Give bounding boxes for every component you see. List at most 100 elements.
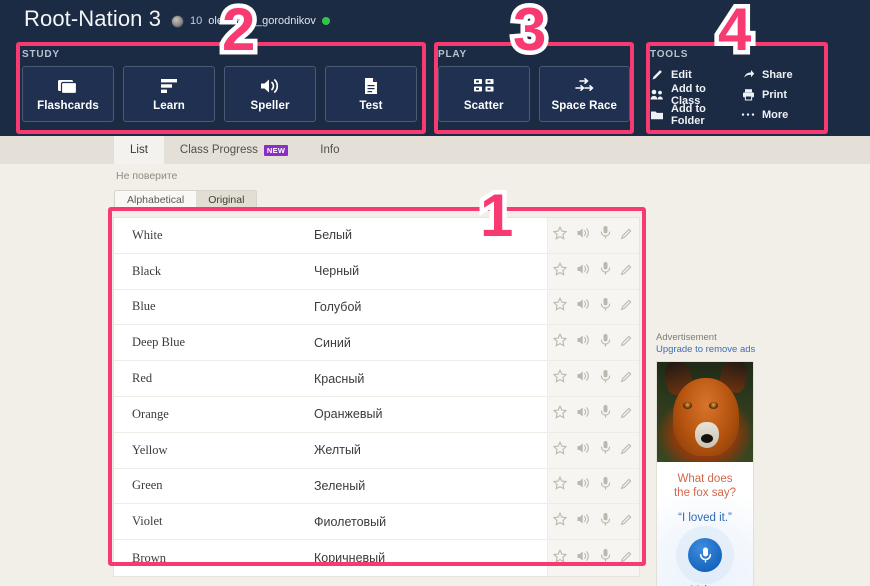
space-race-button[interactable]: Space Race <box>538 66 630 122</box>
table-row[interactable]: Blue Голубой <box>114 289 639 326</box>
term-text: Deep Blue <box>132 335 186 350</box>
row-action-group <box>547 289 639 325</box>
star-icon[interactable] <box>552 261 567 281</box>
pencil-icon[interactable] <box>620 512 634 531</box>
speaker-icon[interactable] <box>576 405 591 424</box>
ad-card[interactable]: What does the fox say? “I loved it.” Voi… <box>656 361 754 586</box>
table-row[interactable]: Orange Оранжевый <box>114 396 639 433</box>
share-label: Share <box>762 68 793 81</box>
table-row[interactable]: Brown Коричневый <box>114 540 639 576</box>
microphone-icon[interactable] <box>600 369 611 389</box>
microphone-icon[interactable] <box>600 297 611 317</box>
pencil-icon[interactable] <box>620 476 634 495</box>
speaker-icon <box>259 77 281 95</box>
microphone-icon[interactable] <box>600 476 611 496</box>
speaker-icon[interactable] <box>576 262 591 281</box>
add-to-folder-button[interactable]: Add to Folder <box>650 103 731 127</box>
pencil-icon[interactable] <box>620 333 634 352</box>
flashcards-button[interactable]: Flashcards <box>22 66 114 122</box>
vocabulary-list: White Белый Black Черный Blue Голубой Deep Blu… <box>113 217 640 577</box>
definition-text: Оранжевый <box>314 407 383 422</box>
share-button[interactable]: Share <box>741 66 822 83</box>
more-label: More <box>762 108 789 121</box>
microphone-icon[interactable] <box>600 225 611 245</box>
speaker-icon[interactable] <box>576 297 591 316</box>
star-icon[interactable] <box>552 368 567 388</box>
microphone-icon[interactable] <box>600 512 611 532</box>
space-race-label: Space Race <box>551 99 618 112</box>
speaker-icon[interactable] <box>576 441 591 460</box>
table-row[interactable]: Yellow Желтый <box>114 432 639 469</box>
microphone-icon[interactable] <box>600 333 611 353</box>
star-icon[interactable] <box>552 333 567 352</box>
speaker-icon[interactable] <box>576 333 591 352</box>
speaker-icon[interactable] <box>576 369 591 388</box>
study-panel: STUDY Flashcards Learn Speller Test <box>22 49 420 122</box>
upgrade-to-remove-ads-link[interactable]: Upgrade to remove ads <box>656 344 762 355</box>
edit-button[interactable]: Edit <box>650 66 731 83</box>
scatter-button[interactable]: Scatter <box>438 66 530 122</box>
pencil-icon <box>650 68 664 82</box>
speaker-icon[interactable] <box>576 512 591 531</box>
microphone-icon[interactable] <box>600 404 611 424</box>
pencil-icon[interactable] <box>620 405 634 424</box>
definition-text: Красный <box>314 371 365 386</box>
table-row[interactable]: White Белый <box>114 218 639 254</box>
share-arrow-icon <box>741 68 755 82</box>
speaker-icon[interactable] <box>576 226 591 245</box>
microphone-icon[interactable] <box>688 538 722 572</box>
set-description: Не поверите <box>116 170 178 182</box>
star-icon[interactable] <box>552 404 567 424</box>
tab-info[interactable]: Info <box>304 136 355 164</box>
add-to-class-button[interactable]: Add to Class <box>650 83 731 107</box>
sort-original[interactable]: Original <box>196 191 257 209</box>
sort-alphabetical[interactable]: Alphabetical <box>115 191 197 209</box>
table-row[interactable]: Green Зеленый <box>114 468 639 505</box>
pencil-icon[interactable] <box>620 297 634 316</box>
tab-bar: List Class Progress NEW Info <box>0 136 870 164</box>
row-action-group <box>547 396 639 432</box>
bars-icon <box>159 77 179 95</box>
pencil-icon[interactable] <box>620 369 634 388</box>
speller-label: Speller <box>250 99 290 112</box>
table-row[interactable]: Violet Фиолетовый <box>114 504 639 541</box>
star-icon[interactable] <box>552 297 567 316</box>
pencil-icon[interactable] <box>620 441 634 460</box>
more-button[interactable]: More <box>741 106 822 123</box>
pencil-icon[interactable] <box>620 226 634 245</box>
main-content: Не поверите Alphabetical Original White Б… <box>0 164 870 586</box>
row-action-group <box>547 361 639 396</box>
tools-panel: TOOLS Edit Share Add to Class Print Add … <box>650 49 822 127</box>
star-icon[interactable] <box>552 512 567 531</box>
definition-text: Фиолетовый <box>314 514 387 529</box>
tab-class-progress[interactable]: Class Progress NEW <box>164 136 304 164</box>
pencil-icon[interactable] <box>620 262 634 281</box>
test-button[interactable]: Test <box>325 66 417 122</box>
microphone-icon[interactable] <box>600 261 611 281</box>
speaker-icon[interactable] <box>576 549 591 568</box>
table-row[interactable]: Black Черный <box>114 253 639 290</box>
tab-list-label: List <box>130 144 148 156</box>
star-icon[interactable] <box>552 548 567 568</box>
star-icon[interactable] <box>552 476 567 495</box>
scatter-label: Scatter <box>463 99 504 112</box>
pencil-icon[interactable] <box>620 549 634 568</box>
microphone-icon[interactable] <box>600 440 611 460</box>
ellipsis-icon <box>741 108 755 122</box>
learn-button[interactable]: Learn <box>123 66 215 122</box>
username[interactable]: oleksandr_gorodnikov <box>208 15 316 27</box>
star-icon[interactable] <box>552 225 567 245</box>
new-badge: NEW <box>263 144 289 156</box>
speller-button[interactable]: Speller <box>224 66 316 122</box>
table-row[interactable]: Deep Blue Синий <box>114 325 639 362</box>
tab-list[interactable]: List <box>114 136 164 164</box>
term-text: Red <box>132 371 153 386</box>
advertisement-label: Advertisement <box>656 332 717 343</box>
speaker-icon[interactable] <box>576 476 591 495</box>
print-button[interactable]: Print <box>741 86 822 103</box>
microphone-icon[interactable] <box>600 548 611 568</box>
definition-text: Голубой <box>314 299 362 314</box>
table-row[interactable]: Red Красный <box>114 361 639 397</box>
star-icon[interactable] <box>552 440 567 460</box>
row-action-group <box>547 540 639 576</box>
